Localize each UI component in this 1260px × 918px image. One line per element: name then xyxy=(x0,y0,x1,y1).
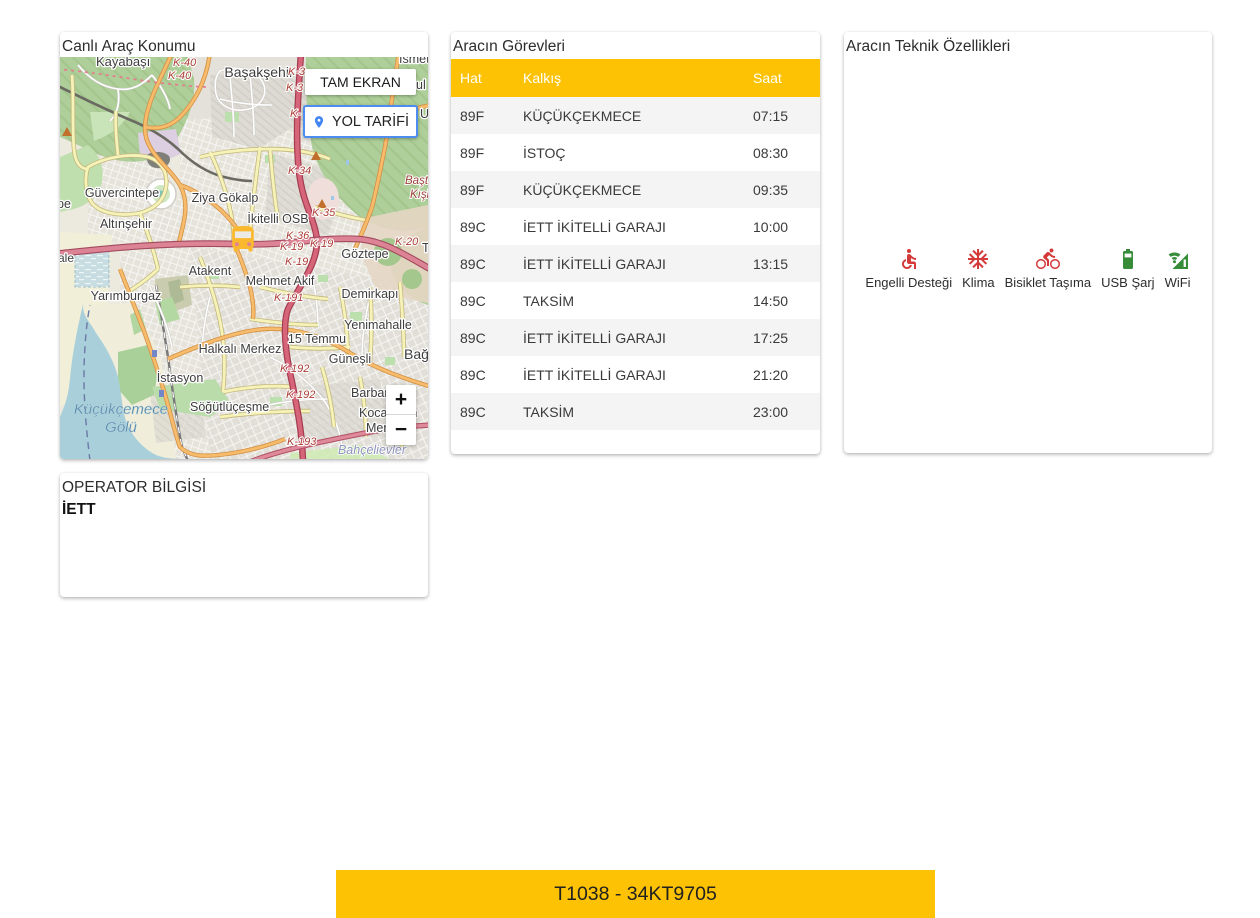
svg-text:Demirkapı: Demirkapı xyxy=(342,287,399,301)
svg-text:Kayabaşı: Kayabaşı xyxy=(96,57,150,69)
svg-text:Kışla: Kışla xyxy=(410,189,428,201)
svg-text:Bahçelievler: Bahçelievler xyxy=(338,443,407,457)
svg-text:Güvercintepe: Güvercintepe xyxy=(85,186,159,200)
svg-text:İsmet: İsmet xyxy=(399,57,428,66)
svg-text:K-19: K-19 xyxy=(280,241,303,253)
svg-text:K-193: K-193 xyxy=(287,436,317,448)
svg-text:Gölü: Gölü xyxy=(105,419,137,436)
svg-text:K-3: K-3 xyxy=(286,82,304,94)
svg-text:15 Temmu: 15 Temmu xyxy=(288,332,346,346)
svg-text:Yarımburgaz: Yarımburgaz xyxy=(91,289,162,303)
svg-text:K-35: K-35 xyxy=(312,207,336,219)
svg-text:Göztepe: Göztepe xyxy=(341,247,388,261)
svg-text:Başakşehir: Başakşehir xyxy=(224,64,294,80)
svg-text:K-40: K-40 xyxy=(168,70,192,82)
svg-text:K-: K- xyxy=(290,108,301,120)
svg-text:K-192: K-192 xyxy=(286,389,315,401)
svg-text:K-3: K-3 xyxy=(288,66,306,78)
svg-text:Halkalı Merkez: Halkalı Merkez xyxy=(199,342,282,356)
svg-text:ul: ul xyxy=(416,78,426,92)
svg-text:Başta: Başta xyxy=(405,175,428,187)
svg-text:K-34: K-34 xyxy=(288,165,311,177)
svg-text:Bağc: Bağc xyxy=(404,346,428,362)
svg-text:İstasyon: İstasyon xyxy=(157,371,204,385)
svg-text:Söğütlüçeşme: Söğütlüçeşme xyxy=(190,400,269,414)
svg-text:Atakent: Atakent xyxy=(189,264,232,278)
svg-text:Uğ: Uğ xyxy=(420,107,428,121)
svg-text:İkitelli OSB: İkitelli OSB xyxy=(247,212,308,226)
svg-text:pe: pe xyxy=(60,197,71,211)
svg-text:Mehmet Akif: Mehmet Akif xyxy=(246,274,315,288)
svg-text:Tu: Tu xyxy=(422,241,428,255)
svg-text:K-19: K-19 xyxy=(285,256,308,268)
svg-text:Yenimahalle: Yenimahalle xyxy=(344,318,412,332)
svg-text:Küçükçemece: Küçükçemece xyxy=(74,401,168,418)
svg-text:Güneşli: Güneşli xyxy=(329,352,371,366)
svg-text:Altınşehir: Altınşehir xyxy=(100,217,152,231)
svg-text:K-40: K-40 xyxy=(173,57,197,69)
svg-text:K-191: K-191 xyxy=(274,292,303,304)
svg-text:Ziya Gökalp: Ziya Gökalp xyxy=(192,191,259,205)
svg-text:ale: ale xyxy=(60,251,74,265)
svg-text:K-19: K-19 xyxy=(310,238,333,250)
svg-text:K-20: K-20 xyxy=(395,236,419,248)
svg-text:K-192: K-192 xyxy=(280,363,309,375)
